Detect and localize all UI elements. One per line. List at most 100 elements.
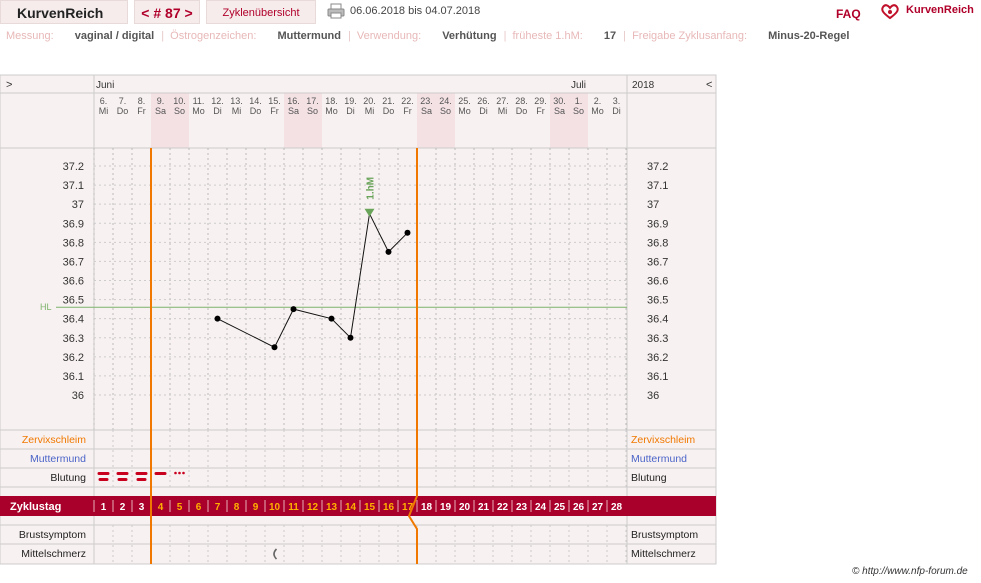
weekday-label: Do	[516, 106, 528, 116]
cycle-day-number: 25	[554, 502, 566, 513]
temperature-point	[271, 344, 278, 351]
weekday-label: Mo	[192, 106, 205, 116]
weekday-label: Fr	[270, 106, 279, 116]
date-label: 1.	[575, 96, 583, 106]
weekday-label: Sa	[288, 106, 299, 116]
row-label-left: Brustsymptom	[19, 529, 86, 541]
month-label: Juni	[96, 80, 114, 91]
weekday-label: So	[174, 106, 185, 116]
cycle-day-number: 26	[573, 502, 585, 513]
weekday-label: So	[573, 106, 584, 116]
y-tick-label-right: 37.2	[647, 161, 668, 173]
weekday-label: Di	[612, 106, 621, 116]
y-tick-label-right: 36.7	[647, 256, 668, 268]
cycle-day-number: 2	[120, 502, 126, 513]
date-label: 17.	[306, 96, 319, 106]
cycle-day-number: 18	[421, 502, 433, 513]
cycle-day-number: 13	[326, 502, 338, 513]
y-tick-label-right: 37.1	[647, 180, 668, 192]
row-label-left: Blutung	[50, 472, 86, 484]
date-label: 2.	[594, 96, 602, 106]
weekday-label: Fr	[403, 106, 412, 116]
y-tick-label-right: 36.6	[647, 276, 668, 288]
cycle-day-number: 24	[535, 502, 547, 513]
date-label: 6.	[100, 96, 108, 106]
y-tick-label-right: 36	[647, 390, 659, 402]
cycle-day-number: 22	[497, 502, 509, 513]
date-label: 20.	[363, 96, 376, 106]
date-label: 15.	[268, 96, 281, 106]
year-label: 2018	[632, 80, 655, 91]
weekday-label: Sa	[554, 106, 565, 116]
cycle-day-label: Zyklustag	[10, 501, 61, 513]
bleeding-spotting-mark	[174, 471, 177, 475]
y-tick-label-right: 36.8	[647, 237, 668, 249]
cycle-day-number: 11	[288, 502, 299, 513]
y-tick-label-right: 36.1	[647, 371, 668, 383]
bleeding-strong-mark	[117, 478, 128, 481]
bleeding-strong-mark	[116, 472, 129, 475]
weekday-label: Di	[346, 106, 355, 116]
date-label: 27.	[496, 96, 509, 106]
cycle-day-number: 10	[269, 502, 281, 513]
date-label: 16.	[287, 96, 300, 106]
temperature-point	[290, 306, 297, 313]
date-label: 11.	[193, 96, 205, 106]
date-label: 7.	[119, 96, 127, 106]
y-tick-label-left: 36.4	[63, 314, 84, 326]
cycle-day-number: 19	[440, 502, 452, 513]
weekday-label: Mi	[498, 106, 508, 116]
date-label: 9.	[157, 96, 165, 106]
row-label-right: Brustsymptom	[631, 529, 698, 541]
footer-credit: © http://www.nfp-forum.de	[852, 566, 968, 577]
weekday-label: So	[307, 106, 318, 116]
cycle-day-number: 1	[101, 502, 107, 513]
date-label: 12.	[211, 96, 224, 106]
temperature-point	[214, 315, 221, 322]
cycle-day-number: 28	[611, 502, 623, 513]
weekday-label: So	[440, 106, 451, 116]
cycle-chart: > <Juni Juli 20186.Mi7.Do8.Fr9.Sa10.So11.Mo…	[0, 74, 717, 565]
date-label: 10.	[173, 96, 186, 106]
bleeding-strong-mark	[98, 478, 109, 481]
bleeding-strong-mark	[135, 472, 148, 475]
weekday-label: Mi	[365, 106, 375, 116]
cycle-day-number: 16	[383, 502, 395, 513]
temperature-point	[347, 334, 354, 341]
date-label: 29.	[534, 96, 547, 106]
right-toggle: <	[706, 79, 712, 91]
bleeding-spotting-mark	[178, 471, 181, 475]
y-tick-label-left: 36.5	[63, 295, 84, 307]
bleeding-strong-mark	[136, 478, 147, 481]
weekday-label: Sa	[421, 106, 432, 116]
bleeding-strong-mark	[97, 472, 110, 475]
cycle-day-bar	[0, 496, 716, 516]
first-higher-measurement-label: 1.hM	[366, 177, 377, 200]
row-label-right: Muttermund	[631, 453, 687, 465]
date-label: 25.	[458, 96, 471, 106]
weekday-label: Fr	[137, 106, 146, 116]
cycle-day-number: 9	[253, 502, 259, 513]
row-label-left: Zervixschleim	[22, 434, 86, 446]
date-label: 14.	[249, 96, 262, 106]
y-tick-label-left: 36.2	[63, 352, 84, 364]
cycle-day-number: 27	[592, 502, 604, 513]
hl-label: HL	[40, 302, 52, 312]
weekday-label: Mi	[232, 106, 242, 116]
cycle-day-number: 15	[364, 502, 376, 513]
cycle-day-number: 6	[196, 502, 202, 513]
y-tick-label-left: 37	[72, 199, 84, 211]
weekday-label: Mi	[99, 106, 109, 116]
cycle-day-number: 8	[234, 502, 240, 513]
weekday-label: Di	[213, 106, 222, 116]
row-label-left: Mittelschmerz	[21, 548, 86, 560]
weekday-label: Sa	[155, 106, 166, 116]
cycle-day-number: 12	[307, 502, 319, 513]
row-label-right: Mittelschmerz	[631, 548, 696, 560]
row-label-right: Zervixschleim	[631, 434, 695, 446]
date-label: 13.	[230, 96, 243, 106]
date-label: 22.	[401, 96, 414, 106]
date-label: 19.	[344, 96, 357, 106]
y-tick-label-right: 36.2	[647, 352, 668, 364]
y-tick-label-right: 36.5	[647, 295, 668, 307]
